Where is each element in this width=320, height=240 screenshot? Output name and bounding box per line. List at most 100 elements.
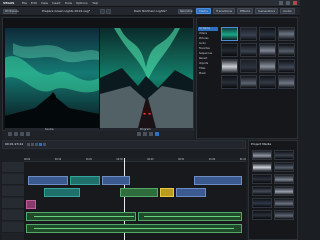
- project-media-thumb[interactable]: [274, 210, 294, 220]
- media-thumb[interactable]: [278, 27, 295, 41]
- tab-audio[interactable]: Audio: [280, 8, 295, 14]
- track-header-audio-2[interactable]: [2, 210, 24, 221]
- video-clip[interactable]: [28, 176, 68, 185]
- project-media-thumb[interactable]: [252, 210, 272, 220]
- folder-favorites[interactable]: Favorites: [198, 47, 218, 51]
- video-clip[interactable]: [26, 200, 36, 209]
- media-thumb[interactable]: [240, 59, 257, 73]
- menu-bar: File Edit View Insert Tools Options Help: [22, 1, 98, 5]
- ripple-icon[interactable]: [35, 143, 38, 146]
- close-icon[interactable]: [293, 1, 297, 5]
- menu-tools[interactable]: Tools: [65, 1, 72, 5]
- audio-waveform: [34, 228, 234, 229]
- media-thumb[interactable]: [259, 59, 276, 73]
- project-media-thumb[interactable]: [274, 186, 294, 196]
- project-media-title: Project Media: [251, 142, 272, 146]
- minimize-icon[interactable]: [279, 1, 283, 5]
- workspace-button[interactable]: Workspace: [3, 9, 19, 14]
- folder-music[interactable]: Music: [198, 72, 218, 76]
- media-thumb[interactable]: [221, 59, 238, 73]
- menu-insert[interactable]: Insert: [52, 1, 61, 5]
- toolbar: Workspace Prepare Green Lights 2019.veg*…: [0, 7, 300, 16]
- menu-edit[interactable]: Edit: [31, 1, 37, 5]
- media-thumb[interactable]: [221, 75, 238, 89]
- render-icon[interactable]: [155, 132, 159, 136]
- media-thumb[interactable]: [221, 27, 238, 41]
- tab-effects[interactable]: Effects: [237, 8, 254, 14]
- folder-imports[interactable]: Imports: [198, 62, 218, 66]
- source-preview-image: [5, 28, 99, 128]
- media-thumb[interactable]: [259, 75, 276, 89]
- media-thumb[interactable]: [259, 27, 276, 41]
- folder-videos[interactable]: Videos: [198, 32, 218, 36]
- media-thumb[interactable]: [240, 43, 257, 57]
- loop-icon[interactable]: [137, 132, 141, 136]
- audio-waveform: [144, 216, 240, 217]
- project-media-thumb[interactable]: [252, 150, 272, 160]
- snap-icon[interactable]: [31, 143, 34, 146]
- project-media-thumb[interactable]: [274, 174, 294, 184]
- video-clip[interactable]: [44, 188, 80, 197]
- audio-waveform: [34, 216, 134, 217]
- folder-all-media[interactable]: All Media: [198, 27, 218, 31]
- timeline-tracks: [24, 158, 246, 240]
- track-header-video-1[interactable]: [2, 162, 24, 173]
- menu-help[interactable]: Help: [92, 1, 99, 5]
- sync-button[interactable]: [106, 9, 111, 14]
- tab-generators[interactable]: Generators: [255, 8, 279, 14]
- media-thumb[interactable]: [278, 59, 295, 73]
- media-thumb[interactable]: [259, 43, 276, 57]
- folder-pictures[interactable]: Pictures: [198, 37, 218, 41]
- play-icon[interactable]: [8, 132, 12, 136]
- track-header-video-3[interactable]: [2, 186, 24, 197]
- menu-options[interactable]: Options: [76, 1, 88, 5]
- project-media-thumb[interactable]: [252, 198, 272, 208]
- project-media-thumb[interactable]: [252, 174, 272, 184]
- cut-icon[interactable]: [27, 143, 30, 146]
- timeline-tools: [27, 143, 46, 146]
- track-header-audio-3[interactable]: [2, 222, 24, 233]
- folder-titles[interactable]: Titles: [198, 67, 218, 71]
- source-transport: [8, 132, 30, 136]
- zoom-icon[interactable]: [43, 143, 46, 146]
- track-header-audio-1[interactable]: [2, 198, 24, 209]
- video-clip[interactable]: [176, 188, 206, 197]
- select-icon[interactable]: [39, 143, 42, 146]
- video-clip[interactable]: [70, 176, 100, 185]
- mark-in-icon[interactable]: [143, 132, 147, 136]
- program-preview-image: [100, 28, 193, 128]
- project-media-panel: Project Media: [248, 140, 298, 240]
- video-clip[interactable]: [102, 176, 130, 185]
- video-clip-selected[interactable]: [160, 188, 174, 197]
- project-media-thumb[interactable]: [274, 198, 294, 208]
- maximize-icon[interactable]: [286, 1, 290, 5]
- next-frame-icon[interactable]: [26, 132, 30, 136]
- preview-title: Prepare Green Lights 2019.veg*: [42, 9, 91, 13]
- split-view-button[interactable]: [100, 9, 105, 14]
- project-media-thumb[interactable]: [252, 162, 272, 172]
- project-media-thumb[interactable]: [274, 162, 294, 172]
- tab-media[interactable]: Media: [196, 8, 212, 14]
- video-clip[interactable]: [194, 176, 242, 185]
- media-thumb[interactable]: [278, 75, 295, 89]
- stop-icon[interactable]: [14, 132, 18, 136]
- prev-frame-icon[interactable]: [20, 132, 24, 136]
- media-thumb[interactable]: [278, 43, 295, 57]
- project-media-thumb[interactable]: [274, 150, 294, 160]
- resolution-button[interactable]: Resolution: [178, 9, 193, 14]
- menu-file[interactable]: File: [22, 1, 27, 5]
- tab-transitions[interactable]: Transitions: [213, 8, 236, 14]
- folder-sequences[interactable]: Sequences: [198, 52, 218, 56]
- project-media-grid: [252, 150, 296, 220]
- menu-view[interactable]: View: [41, 1, 48, 5]
- media-thumb[interactable]: [221, 43, 238, 57]
- media-thumb[interactable]: [240, 75, 257, 89]
- video-clip[interactable]: [120, 188, 158, 197]
- track-header-video-2[interactable]: [2, 174, 24, 185]
- folder-audio[interactable]: Audio: [198, 42, 218, 46]
- mark-out-icon[interactable]: [149, 132, 153, 136]
- media-thumb[interactable]: [240, 27, 257, 41]
- folder-recent[interactable]: Recent: [198, 57, 218, 61]
- project-media-thumb[interactable]: [252, 186, 272, 196]
- window-controls: [279, 1, 297, 5]
